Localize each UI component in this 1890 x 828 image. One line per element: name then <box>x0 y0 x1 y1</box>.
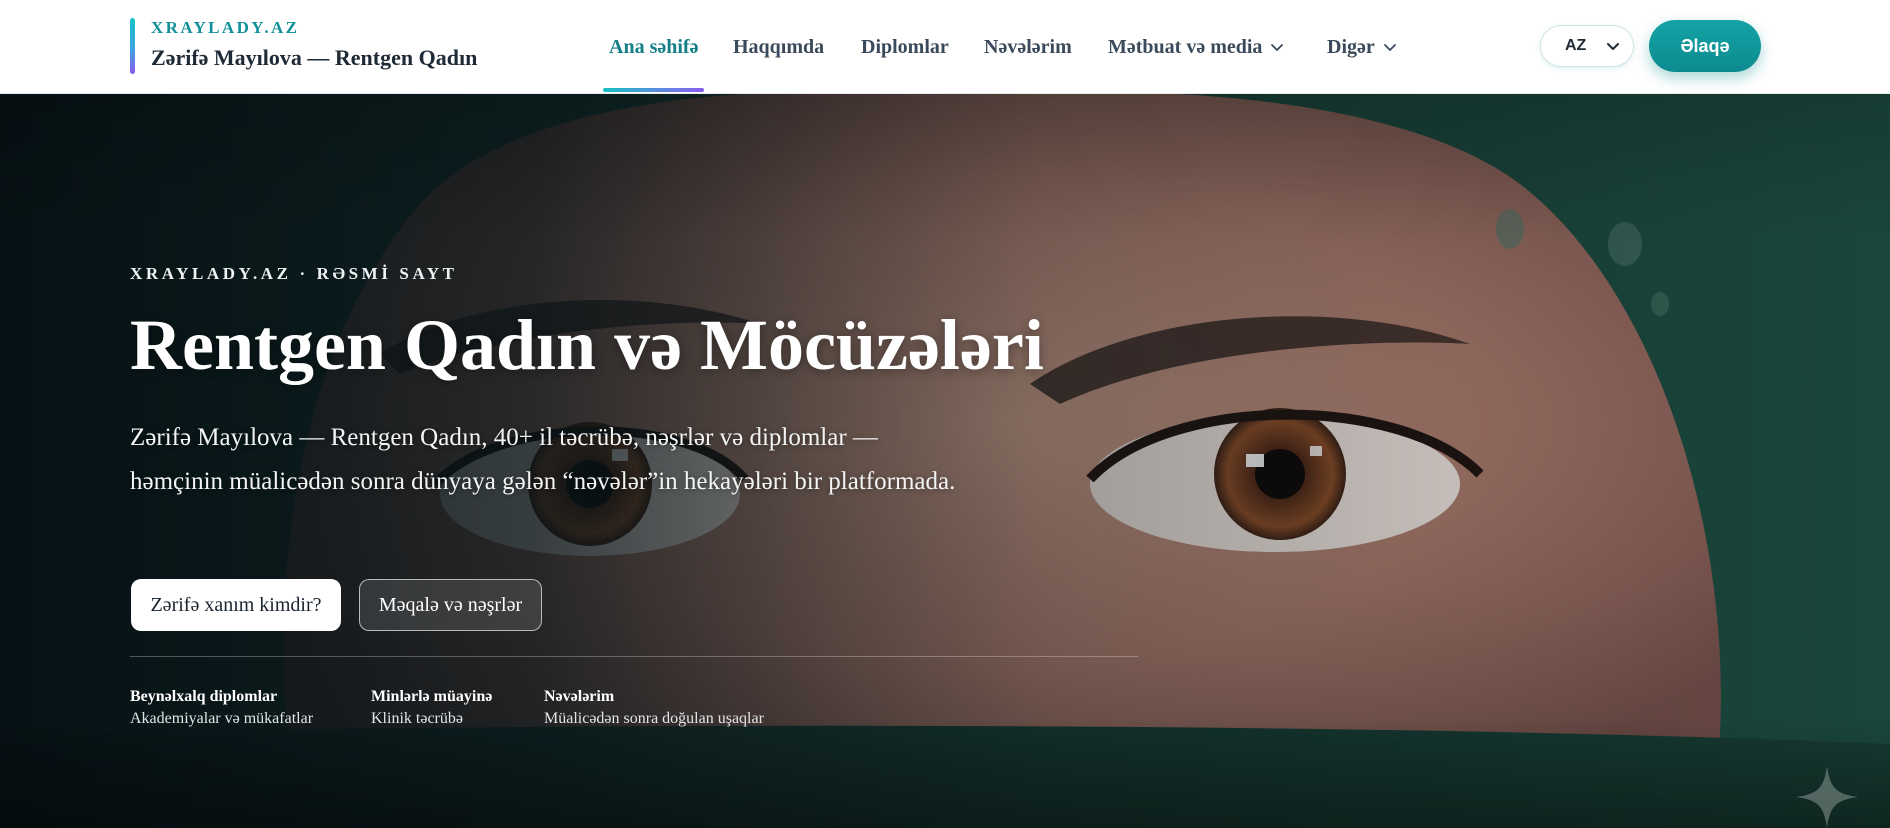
nav-item-about[interactable]: Haqqımda <box>733 30 824 64</box>
sparkle-icon <box>1796 766 1858 828</box>
contact-button[interactable]: Əlaqə <box>1649 20 1761 72</box>
nav-item-diplomas[interactable]: Diplomlar <box>861 30 949 64</box>
stat-title: Nəvələrim <box>544 688 615 705</box>
nav-active-indicator <box>603 88 704 92</box>
chevron-down-icon <box>1383 44 1396 51</box>
stat-title: Minlərlə müayinə <box>371 688 493 705</box>
nav-item-home[interactable]: Ana səhifə <box>609 30 698 64</box>
nav-item-other[interactable]: Digər <box>1327 30 1397 64</box>
language-select[interactable]: AZ <box>1540 25 1634 67</box>
nav-item-label: Diplomlar <box>861 35 949 58</box>
stat-desc: Müalicədən sonra doğulan uşaqlar <box>544 710 764 727</box>
stat-examinations: Minlərlə müayinə Klinik təcrübə <box>371 688 492 728</box>
brand-name: Zərifə Mayılova — Rentgen Qadın <box>151 45 478 70</box>
site-header: XRAYLADY.AZ Zərifə Mayılova — Rentgen Qa… <box>0 0 1890 94</box>
nav-item-label: Haqqımda <box>733 35 825 58</box>
stat-title: Beynəlxalq diplomlar <box>130 688 278 705</box>
hero-section: XRAYLADY.AZ · RƏSMİ SAYT Rentgen Qadın v… <box>0 94 1890 828</box>
hero-title: Rentgen Qadın və Möcüzələri <box>130 305 1044 385</box>
chevron-down-icon <box>1607 43 1620 50</box>
articles-button[interactable]: Məqalə və nəşrlər <box>359 579 542 631</box>
chevron-down-icon <box>1271 44 1284 51</box>
who-is-button[interactable]: Zərifə xanım kimdir? <box>131 579 341 631</box>
stat-desc: Akademiyalar və mükafatlar <box>130 710 314 727</box>
stat-grandchildren: Nəvələrim Müalicədən sonra doğulan uşaql… <box>544 688 764 728</box>
brand-domain: XRAYLADY.AZ <box>151 18 300 37</box>
nav-item-press-media[interactable]: Mətbuat və media <box>1108 30 1284 64</box>
nav-item-label: Mətbuat və media <box>1108 35 1263 58</box>
hero-kicker: XRAYLADY.AZ · RƏSMİ SAYT <box>130 264 458 283</box>
stat-desc: Klinik təcrübə <box>371 710 463 727</box>
nav-item-grandchildren[interactable]: Nəvələrim <box>984 30 1072 64</box>
nav-item-label: Nəvələrim <box>984 35 1072 58</box>
language-selected-value: AZ <box>1565 37 1587 54</box>
brand-accent-bar <box>130 18 135 74</box>
nav-item-label: Ana səhifə <box>609 35 699 58</box>
hero-divider <box>130 656 1138 657</box>
stat-diplomas: Beynəlxalq diplomlar Akademiyalar və mük… <box>130 688 313 728</box>
hero-content: XRAYLADY.AZ · RƏSMİ SAYT Rentgen Qadın v… <box>130 94 1138 828</box>
hero-subtitle: Zərifə Mayılova — Rentgen Qadın, 40+ il … <box>130 424 956 495</box>
nav-item-label: Digər <box>1327 35 1375 58</box>
